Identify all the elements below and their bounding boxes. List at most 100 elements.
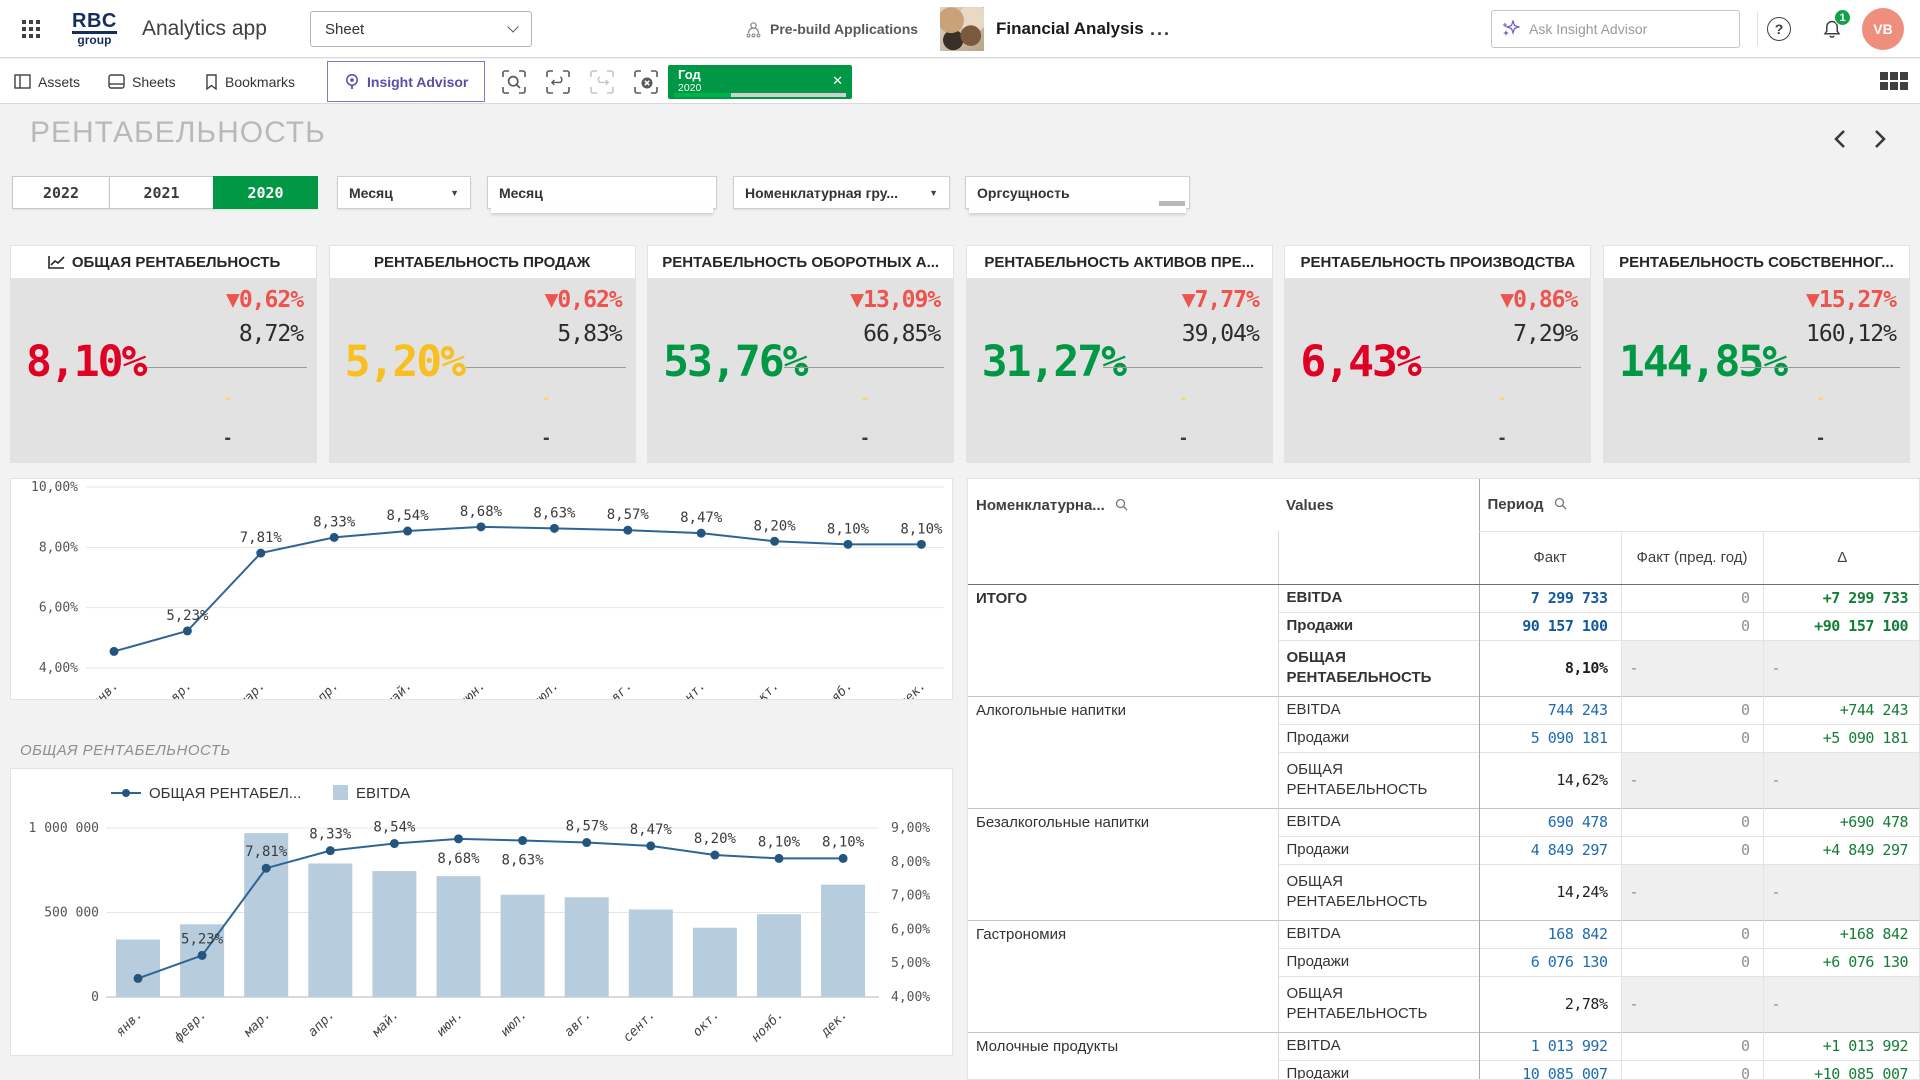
notifications-button[interactable]: 1 xyxy=(1815,0,1849,58)
month-listbox[interactable]: Месяц xyxy=(487,176,717,209)
fact-cell: 2,78% xyxy=(1479,976,1621,1032)
ebitda-bar xyxy=(501,895,545,997)
prev-cell: 0 xyxy=(1621,1032,1763,1060)
kpi-card[interactable]: РЕНТАБЕЛЬНОСТЬ ПРОИЗВОДСТВА 6,43% ▼0,86%… xyxy=(1284,245,1591,463)
table-row[interactable]: Безалкогольные напиткиEBITDA690 4780+690… xyxy=(968,808,1920,836)
column-header-values[interactable]: Values xyxy=(1278,479,1479,531)
org-listbox[interactable]: Оргсущность xyxy=(965,176,1190,209)
kpi-dash-black: - xyxy=(1180,427,1187,450)
svg-text:8,63%: 8,63% xyxy=(533,505,576,521)
kpi-title: РЕНТАБЕЛЬНОСТЬ СОБСТВЕННОГ... xyxy=(1603,245,1910,279)
svg-text:сент.: сент. xyxy=(671,678,709,699)
year-button-2021[interactable]: 2021 xyxy=(109,176,214,209)
svg-text:апр.: апр. xyxy=(309,678,342,699)
selection-chip-year[interactable]: Год 2020 ✕ xyxy=(668,65,852,99)
page-title: РЕНТАБЕЛЬНОСТЬ xyxy=(30,116,326,150)
kpi-delta: ▼13,09% xyxy=(850,287,940,313)
profitability-line-chart[interactable]: 10,00%8,00%6,00%4,00%5,23%7,81%8,33%8,54… xyxy=(10,478,953,700)
svg-text:апр.: апр. xyxy=(305,1007,338,1040)
prev-sheet-arrow[interactable] xyxy=(1828,126,1854,152)
ebitda-bar xyxy=(308,863,352,997)
table-row[interactable]: ИТОГОEBITDA7 299 7330+7 299 733 xyxy=(968,584,1920,612)
kpi-card[interactable]: РЕНТАБЕЛЬНОСТЬ ПРОДАЖ 5,20% ▼0,62% 5,83%… xyxy=(329,245,636,463)
svg-text:500 000: 500 000 xyxy=(44,906,99,921)
month-dropdown[interactable]: Месяц ▼ xyxy=(337,176,471,209)
svg-text:5,23%: 5,23% xyxy=(181,931,224,947)
ask-insight-advisor-box[interactable] xyxy=(1491,10,1740,48)
kpi-dash-yellow: - xyxy=(1499,387,1506,410)
kpi-divider xyxy=(1421,367,1581,368)
prebuild-applications-link[interactable]: Pre-build Applications xyxy=(745,0,918,58)
bookmarks-button[interactable]: Bookmarks xyxy=(205,59,295,104)
fact-cell: 14,62% xyxy=(1479,752,1621,808)
kpi-previous-value: 66,85% xyxy=(863,321,940,347)
kpi-value: 8,10% xyxy=(26,337,145,387)
fact-cell: 1 013 992 xyxy=(1479,1032,1621,1060)
sheet-dropdown[interactable]: Sheet xyxy=(310,11,532,47)
svg-text:мар.: мар. xyxy=(235,678,268,699)
svg-text:ОБЩАЯ РЕНТАБЕЛ...: ОБЩАЯ РЕНТАБЕЛ... xyxy=(149,785,301,802)
svg-text:июл.: июл. xyxy=(529,678,562,699)
profitability-combo-chart[interactable]: ОБЩАЯ РЕНТАБЕЛ...EBITDA1 000 000500 0000… xyxy=(10,768,953,1056)
column-header-period[interactable]: Период xyxy=(1479,479,1920,531)
logo-line2: group xyxy=(77,34,111,47)
sheets-button[interactable]: Sheets xyxy=(108,59,176,104)
kpi-card[interactable]: РЕНТАБЕЛЬНОСТЬ ОБОРОТНЫХ А... 53,76% ▼13… xyxy=(647,245,954,463)
sheet-grid-view-icon[interactable] xyxy=(1880,72,1908,90)
nomenclature-dropdown[interactable]: Номенклатурная гру... ▼ xyxy=(733,176,950,209)
prebuild-label: Pre-build Applications xyxy=(770,21,918,37)
column-header-nomenclature[interactable]: Номенклатурна... xyxy=(968,479,1278,531)
search-selections-icon[interactable] xyxy=(500,68,528,96)
sub-header[interactable]: Факт xyxy=(1479,531,1621,584)
notification-badge: 1 xyxy=(1834,9,1851,26)
kpi-card[interactable]: ОБЩАЯ РЕНТАБЕЛЬНОСТЬ 8,10% ▼0,62% 8,72% … xyxy=(10,245,317,463)
org-listbox-scrollbar[interactable] xyxy=(1159,201,1185,206)
undo-icon[interactable] xyxy=(544,68,572,96)
kpi-card[interactable]: РЕНТАБЕЛЬНОСТЬ СОБСТВЕННОГ... 144,85% ▼1… xyxy=(1603,245,1910,463)
group-name-cell: Гастрономия xyxy=(968,920,1278,1032)
search-icon[interactable] xyxy=(1115,498,1128,511)
year-button-2020[interactable]: 2020 xyxy=(213,176,318,209)
svg-text:февр.: февр. xyxy=(157,678,195,699)
help-button[interactable]: ? xyxy=(1765,0,1793,58)
table-row[interactable]: Алкогольные напиткиEBITDA744 2430+744 24… xyxy=(968,696,1920,724)
chip-close-icon[interactable]: ✕ xyxy=(832,73,843,89)
ask-insight-advisor-input[interactable] xyxy=(1529,21,1709,37)
more-options-button[interactable]: ... xyxy=(1150,0,1171,58)
svg-text:окт.: окт. xyxy=(750,678,783,699)
group-name-cell: Безалкогольные напитки xyxy=(968,808,1278,920)
prev-cell: - xyxy=(1621,976,1763,1032)
ebitda-bar xyxy=(116,940,160,997)
current-app-name[interactable]: Financial Analysis xyxy=(996,0,1144,58)
app-launcher-icon[interactable] xyxy=(14,0,48,58)
prev-cell: 0 xyxy=(1621,920,1763,948)
year-button-2022[interactable]: 2022 xyxy=(12,176,110,209)
svg-text:8,20%: 8,20% xyxy=(694,831,737,847)
assets-button[interactable]: Assets xyxy=(14,59,80,104)
kpi-value: 31,27% xyxy=(982,337,1125,387)
clear-selections-icon[interactable] xyxy=(632,68,660,96)
svg-text:8,63%: 8,63% xyxy=(502,853,545,869)
nomenclature-pivot-table[interactable]: Номенклатурна...ValuesПериодФактФакт (пр… xyxy=(967,478,1920,1080)
prev-cell: 0 xyxy=(1621,724,1763,752)
svg-text:8,47%: 8,47% xyxy=(680,510,723,526)
kpi-body: 31,27% ▼7,77% 39,04% - - xyxy=(966,279,1273,463)
delta-cell: +10 085 007 xyxy=(1763,1060,1920,1080)
table-row[interactable]: ГастрономияEBITDA168 8420+168 842 xyxy=(968,920,1920,948)
kpi-card[interactable]: РЕНТАБЕЛЬНОСТЬ АКТИВОВ ПРЕ... 31,27% ▼7,… xyxy=(966,245,1273,463)
metric-cell: ОБЩАЯ РЕНТАБЕЛЬНОСТЬ xyxy=(1278,752,1479,808)
assets-panel-icon xyxy=(14,74,31,89)
app-thumbnail[interactable] xyxy=(940,7,984,51)
kpi-title: РЕНТАБЕЛЬНОСТЬ ПРОИЗВОДСТВА xyxy=(1284,245,1591,279)
svg-text:8,10%: 8,10% xyxy=(758,834,801,850)
kpi-dash-black: - xyxy=(862,427,869,450)
search-icon[interactable] xyxy=(1554,497,1567,510)
insight-advisor-button[interactable]: Insight Advisor xyxy=(327,61,485,102)
next-sheet-arrow[interactable] xyxy=(1866,126,1892,152)
sub-header[interactable]: Факт (пред. год) xyxy=(1621,531,1763,584)
sub-header[interactable]: Δ xyxy=(1763,531,1920,584)
table-row[interactable]: Молочные продуктыEBITDA1 013 9920+1 013 … xyxy=(968,1032,1920,1060)
user-avatar[interactable]: VB xyxy=(1862,8,1904,50)
help-icon: ? xyxy=(1767,17,1791,41)
svg-text:8,10%: 8,10% xyxy=(827,521,870,537)
